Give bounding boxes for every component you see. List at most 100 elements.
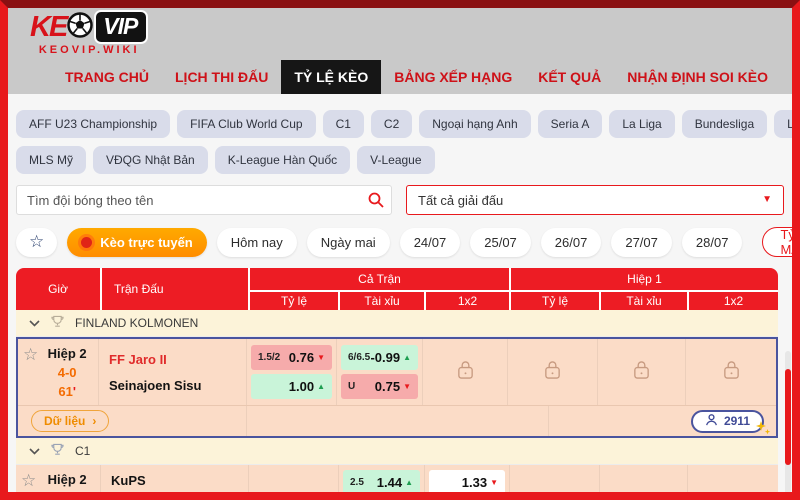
h1-1x2-cell [687,465,778,500]
favorites-star-button[interactable]: ☆ [16,228,57,257]
match-teams-cell: KuPS [100,465,248,500]
league-chip-row-2: MLS Mỹ VĐQG Nhật Bản K-League Hàn Quốc V… [16,146,784,174]
chevron-down-icon[interactable] [29,320,40,327]
search-icon[interactable] [368,192,384,213]
over-odds[interactable]: 2.5 1.44▲ [343,470,420,495]
lock-icon [543,359,562,385]
h1-over-under-cell [599,465,687,500]
chevron-down-icon: ▼ [762,195,772,205]
chip-seria-a[interactable]: Seria A [538,110,603,138]
home-team-name: KuPS [111,473,238,488]
match-footer-row: Dữ liệu› 2911 [18,405,776,436]
chip-ligue-1[interactable]: Ligue 1 [774,110,800,138]
chip-vdqg-nhat-ban[interactable]: VĐQG Nhật Bản [93,146,208,174]
star-icon: ☆ [29,232,44,252]
site-logo[interactable]: KE VIP KEOVIP.WIKI [30,11,148,56]
chevron-down-icon[interactable] [29,448,40,455]
h1-1x2-locked-cell [685,339,776,405]
logo-vip-text: VIP [94,10,148,44]
trend-down-icon: ▼ [490,478,498,487]
nav-item-trang-chu[interactable]: TRANG CHỦ [52,60,162,94]
star-icon[interactable]: ☆ [23,346,38,405]
col-header-ft-1x2: 1x2 [424,290,509,310]
league-chip-row-1: AFF U23 Championship FIFA Club World Cup… [16,110,784,138]
nav-item-nhan-dinh[interactable]: NHẬN ĐỊNH SOI KÈO [614,60,781,94]
live-odds-toggle[interactable]: Kèo trực tuyến [67,228,207,257]
h1-handicap-locked-cell [507,339,597,405]
col-header-ft-odds: Tỷ lệ [248,290,338,310]
ft-over-under-cell: 6/6.5 -0.99▲ U 0.75▼ [336,339,422,405]
x12-odds[interactable]: 1.33▼ [429,470,505,495]
footer-right-cell: 2911 [548,406,776,436]
star-icon[interactable]: ☆ [21,472,36,500]
nav-item-ket-qua[interactable]: KẾT QUẢ [525,60,614,94]
chip-fifa-club-world-cup[interactable]: FIFA Club World Cup [177,110,316,138]
lock-icon [722,359,741,385]
filter-date-26-07[interactable]: 26/07 [541,228,602,257]
trend-down-icon: ▼ [403,382,411,391]
chip-k-league[interactable]: K-League Hàn Quốc [215,146,350,174]
chip-bundesliga[interactable]: Bundesliga [682,110,767,138]
chip-la-liga[interactable]: La Liga [609,110,674,138]
search-box [16,185,392,215]
filter-tomorrow[interactable]: Ngày mai [307,228,390,257]
home-team-name: FF Jaro II [109,352,236,367]
col-header-time: Giờ [16,268,100,310]
sparkle-icon [755,421,771,438]
away-team-name: Seinajoen Sisu [109,378,236,393]
nav-item-lich-thi-dau[interactable]: LỊCH THI ĐẤU [162,60,281,94]
chip-mls-my[interactable]: MLS Mỹ [16,146,86,174]
h1-over-under-locked-cell [597,339,685,405]
lock-icon [456,359,475,385]
site-header: KE VIP KEOVIP.WIKI [8,8,792,60]
league-select[interactable]: Tất cả giải đấu ▼ [406,185,784,215]
league-section-finland-kolmonen[interactable]: FINLAND KOLMONEN [16,310,778,337]
over-odds[interactable]: 6/6.5 -0.99▲ [341,345,418,370]
nav-item-bang-xep-hang[interactable]: BẢNG XẾP HẠNG [381,60,525,94]
logo-subtitle: KEOVIP.WIKI [30,44,148,56]
logo-keo-text: KE [30,13,66,42]
handicap-odds-1[interactable]: 1.5/2 0.76▼ [251,345,332,370]
search-input[interactable] [16,185,392,215]
trophy-icon [51,315,64,331]
nav-item-ty-le-keo[interactable]: TỶ LỆ KÈO [281,60,381,94]
filter-date-27-07[interactable]: 27/07 [611,228,672,257]
ft-over-under-cell: 2.5 1.44▲ [338,465,424,500]
match-row-kups: ☆ Hiệp 2 KuPS 2.5 1.44▲ [16,465,778,500]
filter-date-25-07[interactable]: 25/07 [470,228,531,257]
trophy-icon [51,443,64,459]
ft-1x2-cell: 1.33▼ [424,465,509,500]
filter-date-24-07[interactable]: 24/07 [400,228,461,257]
handicap-odds-2[interactable]: 1.00▲ [251,374,332,399]
league-section-c1[interactable]: C1 [16,438,778,465]
match-time-cell: ☆ Hiệp 2 4-0 61' [18,339,98,405]
chip-aff-u23[interactable]: AFF U23 Championship [16,110,170,138]
viewers-count: 2911 [724,414,750,428]
chip-v-league[interactable]: V-League [357,146,434,174]
chip-c2[interactable]: C2 [371,110,412,138]
chip-c1[interactable]: C1 [323,110,364,138]
col-header-first-half: Hiệp 1 [509,268,778,290]
odds-type-label: Tỷ lệ MALAY [780,227,800,257]
match-time-cell: ☆ Hiệp 2 [16,465,100,500]
filter-date-28-07[interactable]: 28/07 [682,228,743,257]
col-header-h1-1x2: 1x2 [687,290,778,310]
under-odds[interactable]: U 0.75▼ [341,374,418,399]
match-period: Hiệp 2 [48,472,87,487]
chip-ngoai-hang-anh[interactable]: Ngoại hạng Anh [419,110,530,138]
ft-1x2-locked-cell [422,339,507,405]
footer-divider-cell [246,406,548,436]
filter-today[interactable]: Hôm nay [217,228,297,257]
col-header-h1-over-under: Tài xỉu [599,290,687,310]
odds-type-dropdown[interactable]: Tỷ lệ MALAY ▼ [762,227,800,257]
ft-handicap-cell: 1.5/2 0.76▼ 1.00▲ [246,339,336,405]
soccer-ball-icon [67,12,93,43]
match-card-ff-jaro: ☆ Hiệp 2 4-0 61' FF Jaro II Seinajoen Si… [16,337,778,438]
data-button[interactable]: Dữ liệu› [31,410,109,432]
section-name: FINLAND KOLMONEN [75,316,198,330]
trend-up-icon: ▲ [405,478,413,487]
match-row: ☆ Hiệp 2 4-0 61' FF Jaro II Seinajoen Si… [18,339,776,405]
scrollbar-thumb[interactable] [785,369,791,465]
nav-item-tin-tuc[interactable]: TIN TỨC [781,60,800,94]
col-header-full-time: Cả Trận [248,268,509,290]
